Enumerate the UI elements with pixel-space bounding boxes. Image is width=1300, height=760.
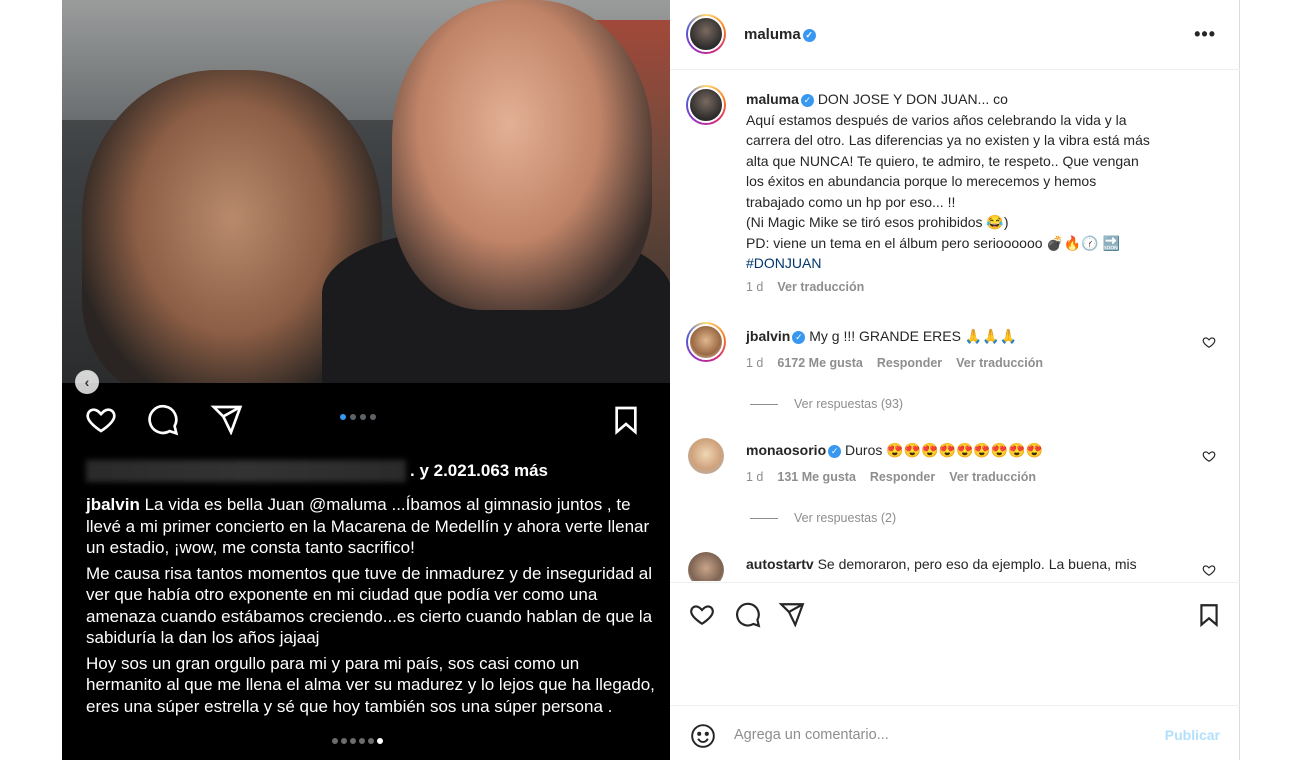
comment-avatar[interactable] [688,438,724,474]
view-replies[interactable]: Ver respuestas (93) [750,397,903,411]
heart-icon[interactable] [84,403,118,435]
comment-like-heart-icon[interactable] [1202,449,1216,463]
comment-time[interactable]: 1 d [746,356,763,370]
verified-icon: ✓ [802,29,816,42]
carousel-dots [340,414,376,420]
comment-username[interactable]: autostartv [746,556,814,572]
caption-username: jbalvin [86,495,140,514]
header-username[interactable]: maluma ✓ [744,26,816,43]
add-comment-bar: Agrega un comentario... Publicar [670,705,1240,760]
post-title: DON JOSE Y DON JUAN... co [817,91,1008,107]
comment-username[interactable]: jbalvin [746,328,790,344]
more-options-icon[interactable]: ••• [1194,24,1216,45]
comment-icon[interactable] [146,404,180,436]
comment-likes[interactable]: 131 Me gusta [777,470,856,484]
post-actions [670,582,1240,642]
post-line: trabajado como un hp por eso... !! [746,193,956,210]
comments-list[interactable]: maluma ✓ DON JOSE Y DON JUAN... co Aquí e… [670,71,1240,581]
emoji-icon[interactable] [690,723,716,749]
comment-avatar[interactable] [688,552,724,581]
post-line: los éxitos en abundancia porque lo merec… [746,173,1097,189]
screenshot-caption: jbalvin La vida es bella Juan @maluma ..… [86,494,656,721]
comment-like-heart-icon[interactable] [1202,563,1216,577]
chevron-left-icon[interactable]: ‹ [75,370,99,394]
comment-3: autostartv Se demoraron, pero eso da eje… [746,554,1206,575]
bookmark-icon[interactable] [610,403,642,437]
view-replies-label[interactable]: Ver respuestas (93) [794,397,903,411]
verified-icon: ✓ [828,445,842,458]
post-line: (Ni Magic Mike se tiró esos prohibidos 😂… [746,214,1009,230]
post-photo [62,0,670,383]
caption-para-1: La vida es bella Juan @maluma ...Íbamos … [86,495,650,557]
hashtag-link[interactable]: #DONJUAN [746,255,821,271]
post-username[interactable]: maluma [746,91,799,107]
comment-time[interactable]: 1 d [746,470,763,484]
instagram-post-window: ‹ . y 2.021.063 más jbalvin La vida es b… [0,0,1300,760]
caption-avatar[interactable] [686,85,726,125]
comment-avatar[interactable] [686,322,726,362]
post-caption: maluma ✓ DON JOSE Y DON JUAN... co Aquí e… [746,89,1206,274]
caption-para-3: Hoy sos un gran orgullo para mi y para m… [86,653,655,716]
post-line: Aquí estamos después de varios años cele… [746,111,1127,128]
comment-icon[interactable] [734,602,762,628]
reply-link[interactable]: Responder [877,356,942,370]
translate-link[interactable]: Ver traducción [956,356,1043,370]
header-username-text[interactable]: maluma [744,26,801,43]
reply-link[interactable]: Responder [870,470,935,484]
likes-count: . y 2.021.063 más [410,461,549,480]
post-line: carrera del otro. Las diferencias ya no … [746,132,1150,148]
comment-2: monaosorio ✓ Duros 😍😍😍😍😍😍😍😍😍 [746,440,1206,461]
blurred-likers [86,460,406,482]
post-meta: 1 d Ver traducción [746,280,864,294]
carousel-dots-bottom [332,738,383,744]
post-media: ‹ . y 2.021.063 más jbalvin La vida es b… [62,0,670,760]
media-actions [62,395,670,445]
comment-1: jbalvin ✓ My g !!! GRANDE ERES 🙏🙏🙏 [746,326,1206,347]
post-translate-link[interactable]: Ver traducción [777,280,864,294]
view-replies[interactable]: Ver respuestas (2) [750,511,896,525]
caption-para-2: Me causa risa tantos momentos que tuve d… [86,563,653,648]
comment-meta: 1 d 6172 Me gusta Responder Ver traducci… [746,356,1043,370]
comment-like-heart-icon[interactable] [1202,335,1216,349]
verified-icon: ✓ [800,94,814,107]
comment-meta: 1 d 131 Me gusta Responder Ver traducció… [746,470,1036,484]
comment-text: Se demoraron, pero eso da ejemplo. La bu… [817,556,1137,572]
comment-text: My g !!! GRANDE ERES 🙏🙏🙏 [809,328,1018,344]
post-time[interactable]: 1 d [746,280,763,294]
post-line: alta que NUNCA! Te quiero, te admiro, te… [746,152,1139,169]
comment-input[interactable]: Agrega un comentario... [734,727,889,743]
post-line: PD: viene un tema en el álbum pero serio… [746,234,1121,251]
avatar[interactable] [686,14,726,54]
comment-username[interactable]: monaosorio [746,442,826,458]
share-icon[interactable] [778,601,806,627]
heart-icon[interactable] [688,601,716,627]
publish-button[interactable]: Publicar [1165,727,1220,743]
share-icon[interactable] [210,403,244,435]
post-panel: maluma ✓ ••• maluma ✓ DON JOSE Y DON JUAN.… [670,0,1240,760]
comment-text: Duros 😍😍😍😍😍😍😍😍😍 [845,442,1044,458]
translate-link[interactable]: Ver traducción [949,470,1036,484]
view-replies-label[interactable]: Ver respuestas (2) [794,511,896,525]
post-header: maluma ✓ ••• [670,0,1240,70]
comment-likes[interactable]: 6172 Me gusta [777,356,862,370]
verified-icon: ✓ [792,331,806,344]
bookmark-icon[interactable] [1196,601,1222,629]
